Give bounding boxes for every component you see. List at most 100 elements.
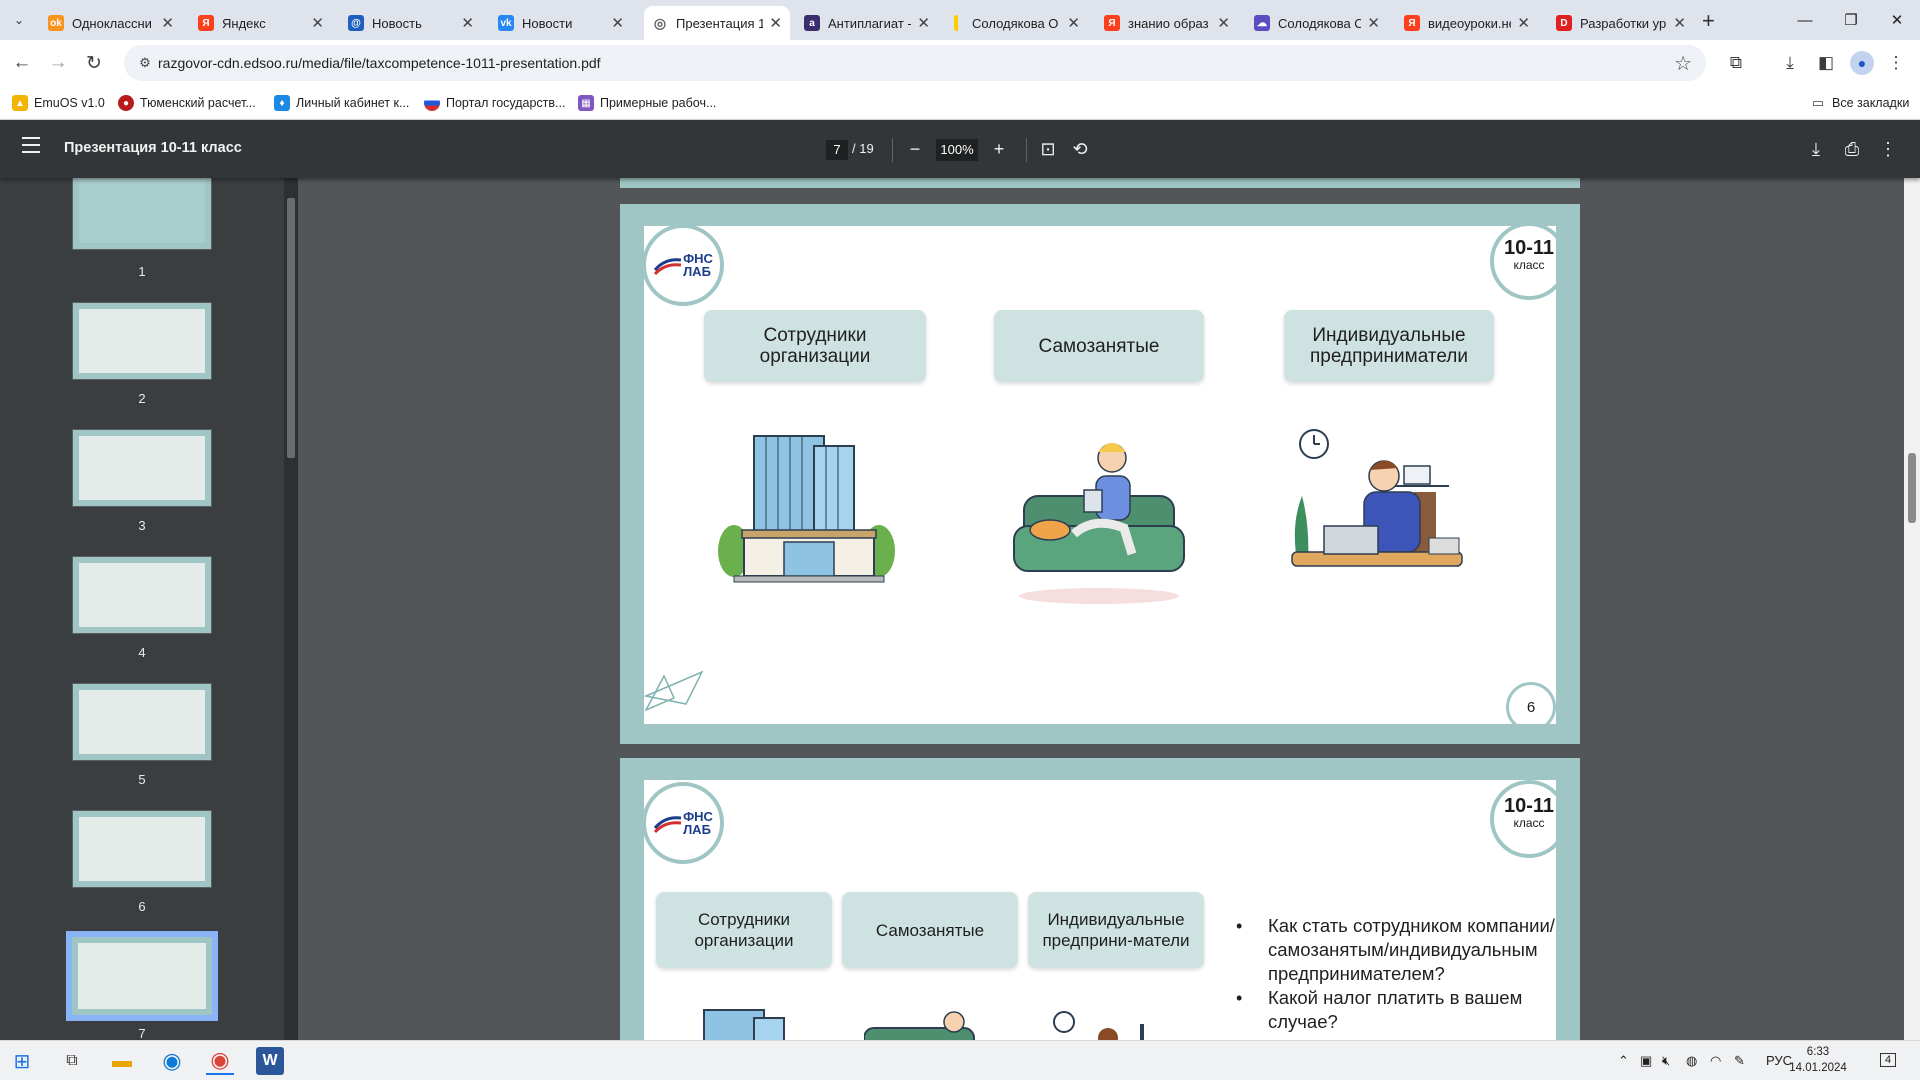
tab-odnoklassniki[interactable]: ok Одноклассни ✕	[40, 6, 182, 40]
extensions-icon[interactable]: ⧉	[1724, 51, 1748, 75]
bookmark-emuos[interactable]: ▲ EmuOS v1.0	[12, 93, 105, 113]
folder-icon: ▭	[1811, 95, 1825, 110]
main-scrollbar[interactable]	[1904, 178, 1920, 1040]
zoom-input[interactable]: 100%	[936, 139, 978, 161]
tab-yandex-disk[interactable]: Солодякова О ✕	[946, 6, 1088, 40]
close-icon[interactable]: ✕	[1673, 14, 1686, 32]
tab-znanio[interactable]: Я знанио образ ✕	[1096, 6, 1238, 40]
restore-icon[interactable]: ❐	[1828, 6, 1874, 34]
close-icon[interactable]: ✕	[161, 14, 174, 32]
slide-previous	[620, 178, 1580, 188]
download-icon[interactable]: ⤓	[1802, 135, 1830, 163]
close-icon[interactable]: ✕	[917, 14, 930, 32]
zoom-in-icon[interactable]: +	[985, 135, 1013, 163]
tab-videouroki[interactable]: Я видеоуроки.не ✕	[1396, 6, 1538, 40]
thumbnail-label: 1	[138, 264, 146, 279]
grade-number: 10-11	[1503, 237, 1555, 259]
bookmark-programs[interactable]: ▦ Примерные рабоч...	[578, 93, 716, 113]
site-info-icon[interactable]: ⚙	[136, 54, 154, 72]
fit-page-icon[interactable]: ⊡	[1034, 135, 1062, 163]
windows-start-icon[interactable]: ⊞	[8, 1047, 36, 1075]
page-number-input[interactable]: 7	[826, 140, 848, 160]
thumbnail-page-7[interactable]	[66, 931, 218, 1021]
category-employees: Сотрудники организации	[656, 892, 832, 968]
tab-title: Солодякова О	[972, 15, 1059, 31]
yandex-disk-icon	[954, 15, 964, 31]
network-icon[interactable]: ◍	[1686, 1053, 1697, 1069]
tab-title: Антиплагиат -	[828, 15, 912, 31]
print-icon[interactable]: ⎙	[1838, 135, 1866, 163]
cabinet-icon: ♦	[274, 95, 290, 111]
tab-presentation[interactable]: ◎ Презентация 1 ✕	[644, 6, 790, 40]
close-icon[interactable]: ✕	[1067, 14, 1080, 32]
scrollbar-thumb[interactable]	[287, 198, 295, 458]
menu-hamburger-icon[interactable]	[22, 137, 40, 153]
reload-icon[interactable]: ↻	[82, 51, 106, 75]
tab-search-chevron-icon[interactable]: ⌄	[6, 8, 32, 32]
scrollbar-thumb[interactable]	[1908, 453, 1916, 523]
close-icon[interactable]: ✕	[461, 14, 474, 32]
tab-strip: ⌄ ok Одноклассни ✕ Я Яндекс ✕ @ Новость …	[0, 0, 1920, 40]
sidebar-scrollbar[interactable]	[284, 178, 298, 1040]
thumbnail-page-5[interactable]	[72, 683, 212, 761]
thumbnail-page-2[interactable]	[72, 302, 212, 380]
clock[interactable]: 6:33 14.01.2024	[1788, 1044, 1848, 1076]
emuos-icon: ▲	[12, 95, 28, 111]
tab-razrabotki[interactable]: D Разработки ур ✕	[1548, 6, 1694, 40]
tab-yandex[interactable]: Я Яндекс ✕	[190, 6, 332, 40]
meet-icon[interactable]: ▣	[1640, 1053, 1652, 1069]
side-panel-icon[interactable]: ◧	[1814, 51, 1838, 75]
edge-icon[interactable]: ◉	[158, 1047, 186, 1075]
speaker-mute-icon[interactable]: 🔇︎	[1662, 1053, 1670, 1069]
category-entrepreneurs: Индивидуальные предприни-матели	[1028, 892, 1204, 968]
bullet-item: Как стать сотрудником компании/самозанят…	[1234, 914, 1556, 986]
address-bar[interactable]: ⚙ razgovor-cdn.edsoo.ru/media/file/taxco…	[124, 45, 1706, 81]
back-arrow-icon[interactable]: ←	[10, 51, 34, 75]
tab-title: Солодякова О	[1278, 15, 1362, 31]
bullet-item: Какой налог платить в вашем случае?	[1234, 986, 1556, 1034]
menu-kebab-icon[interactable]: ⋮	[1884, 51, 1908, 75]
word-icon[interactable]: W	[256, 1047, 284, 1075]
more-options-icon[interactable]: ⋮	[1874, 135, 1902, 163]
thumbnail-label: 3	[138, 518, 146, 533]
notifications-icon[interactable]: 4	[1880, 1053, 1897, 1067]
minimize-icon[interactable]: —	[1782, 6, 1828, 34]
profile-avatar-icon[interactable]: ●	[1850, 51, 1874, 75]
all-bookmarks[interactable]: ▭ Все закладки	[1810, 93, 1909, 113]
thumbnail-page-1[interactable]	[72, 178, 212, 250]
thumbnail-page-3[interactable]	[72, 429, 212, 507]
slide-page-7: ФНС ЛАБ 10-11 класс Сотрудники организаци…	[620, 204, 1580, 744]
wifi-icon[interactable]: ◠	[1710, 1053, 1721, 1069]
close-window-icon[interactable]: ✕	[1874, 6, 1920, 34]
bookmark-star-icon[interactable]: ☆	[1674, 51, 1692, 76]
thumbnail-sidebar: 1 2 3 4 5 6 7	[0, 178, 296, 1040]
thumbnail-page-4[interactable]	[72, 556, 212, 634]
tab-vk-news[interactable]: vk Новости ✕	[490, 6, 632, 40]
yandex-icon: Я	[198, 15, 214, 31]
close-icon[interactable]: ✕	[1217, 14, 1230, 32]
close-icon[interactable]: ✕	[1367, 14, 1380, 32]
download-icon[interactable]: ⤓	[1778, 51, 1802, 75]
close-icon[interactable]: ✕	[769, 14, 782, 32]
fns-lab-logo: ФНС ЛАБ	[644, 226, 724, 306]
close-icon[interactable]: ✕	[611, 14, 624, 32]
thumbnail-page-6[interactable]	[72, 810, 212, 888]
new-tab-plus-icon[interactable]: +	[1702, 8, 1715, 34]
pen-icon[interactable]: ✎	[1734, 1053, 1745, 1069]
chrome-icon[interactable]: ◉	[206, 1047, 234, 1075]
bookmark-tyumen[interactable]: ● Тюменский расчет...	[118, 93, 256, 113]
chevron-up-icon[interactable]: ⌃	[1618, 1053, 1629, 1069]
close-icon[interactable]: ✕	[311, 14, 324, 32]
bookmark-gosuslugi[interactable]: Портал государств...	[424, 93, 565, 113]
tab-cloud[interactable]: ☁ Солодякова О ✕	[1246, 6, 1388, 40]
forward-arrow-icon[interactable]: →	[46, 51, 70, 75]
task-view-icon[interactable]: ⧉	[58, 1047, 86, 1075]
tab-news-mail[interactable]: @ Новость ✕	[340, 6, 482, 40]
bookmark-cabinet[interactable]: ♦ Личный кабинет к...	[274, 93, 409, 113]
close-icon[interactable]: ✕	[1517, 14, 1530, 32]
file-explorer-icon[interactable]: ▬	[108, 1047, 136, 1075]
rotate-icon[interactable]: ⟲	[1066, 135, 1094, 163]
tab-antiplagiat[interactable]: a Антиплагиат - ✕	[796, 6, 938, 40]
zoom-out-icon[interactable]: −	[901, 135, 929, 163]
url-text[interactable]: razgovor-cdn.edsoo.ru/media/file/taxcomp…	[158, 55, 601, 71]
